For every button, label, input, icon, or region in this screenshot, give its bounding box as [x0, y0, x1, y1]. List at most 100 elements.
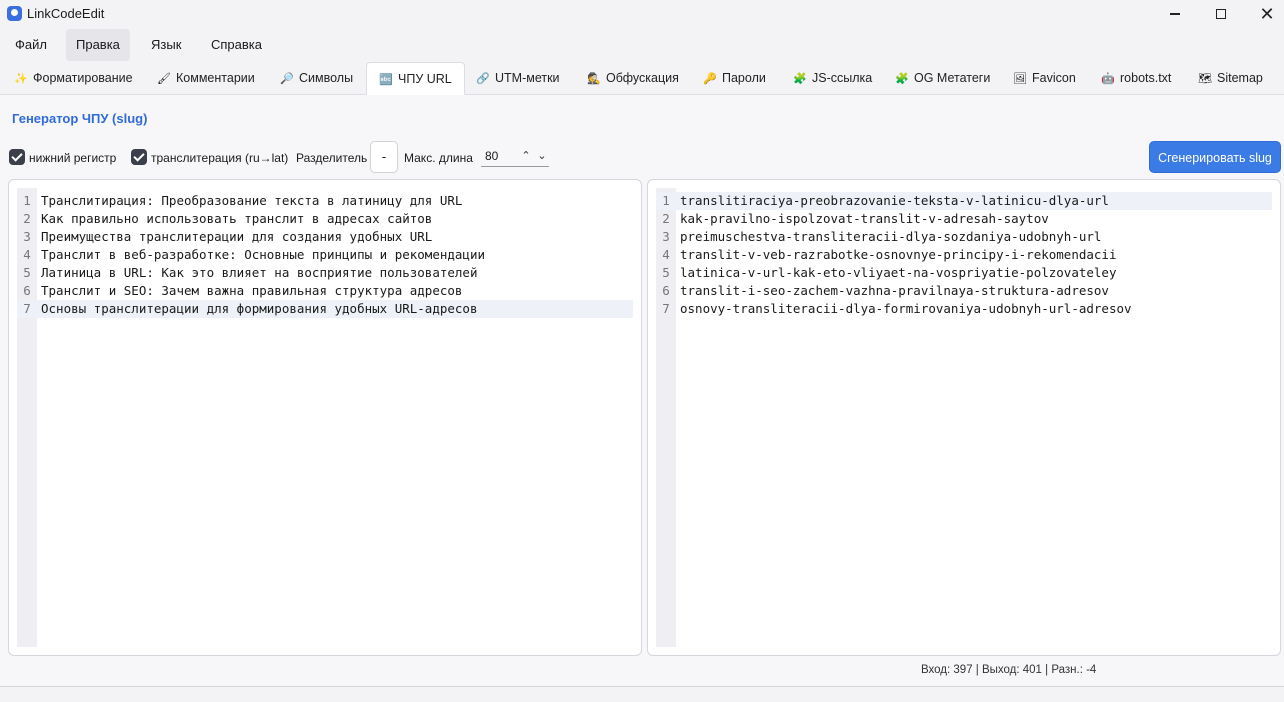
tab-label: Форматирование	[33, 71, 133, 85]
abc-icon: 🔤	[379, 74, 393, 86]
lowercase-checkbox[interactable]	[9, 149, 25, 165]
code-line: 4 translit-v-veb-razrabotke-osnovnye-prin…	[656, 246, 1272, 264]
image-icon: 🖼	[1013, 73, 1027, 85]
line-text: translit-i-seo-zachem-vazhna-pravilnaya-…	[680, 283, 1109, 298]
line-text: Как правильно использовать транслит в ад…	[41, 211, 433, 226]
sparkles-icon: ✨	[14, 73, 28, 85]
menu-language[interactable]: Язык	[141, 29, 191, 61]
line-number: 7	[23, 301, 31, 316]
status-bar-text: Вход: 397 | Выход: 401 | Разн.: -4	[921, 664, 1097, 676]
code-line: 2 kak-pravilno-ispolzovat-translit-v-adre…	[656, 210, 1272, 228]
robot-icon: 🤖	[1101, 73, 1115, 85]
tab-label: Комментарии	[176, 71, 255, 85]
line-number: 6	[662, 283, 670, 298]
max-length-label: Макс. длина	[404, 151, 473, 165]
code-line: 5 Латиница в URL: Как это влияет на воспр…	[17, 264, 633, 282]
line-text: Транслит и SEO: Зачем важна правильная с…	[41, 283, 463, 298]
maximize-button[interactable]	[1198, 0, 1244, 28]
line-text: Латиница в URL: Как это влияет на воспри…	[41, 265, 478, 280]
line-number: 3	[23, 229, 31, 244]
maximize-icon	[1216, 9, 1226, 19]
input-code-area[interactable]: 1 Транслитирация: Преобразование текста в…	[17, 192, 633, 318]
input-editor[interactable]: 1 Транслитирация: Преобразование текста в…	[8, 179, 642, 656]
line-text: translit-v-veb-razrabotke-osnovnye-princ…	[680, 247, 1117, 262]
line-text: Основы транслитерации для формирования у…	[41, 301, 478, 316]
tab-comments[interactable]: 🖌 Комментарии	[145, 62, 267, 95]
tab-label: JS-ссылка	[812, 71, 873, 85]
title-bar: LinkCodeEdit ✕	[0, 0, 1284, 28]
line-number: 5	[662, 265, 670, 280]
tab-obfuscation[interactable]: 🕵 Обфускация	[575, 62, 691, 95]
tab-bar: ✨ Форматирование 🖌 Комментарии 🔎 Символы 🔤 Ч…	[0, 62, 1284, 95]
tab-og-meta[interactable]: 🧩 OG Метатеги	[883, 62, 1002, 95]
line-number: 3	[662, 229, 670, 244]
tab-label: robots.txt	[1120, 71, 1172, 85]
line-text: kak-pravilno-ispolzovat-translit-v-adres…	[680, 211, 1049, 226]
link-icon: 🔗	[476, 73, 490, 85]
separator-input[interactable]: -	[370, 141, 398, 173]
tab-label: Favicon	[1032, 71, 1076, 85]
section-title: Генератор ЧПУ (slug)	[12, 111, 148, 126]
brush-icon: 🖌	[157, 73, 171, 85]
tab-utm[interactable]: 🔗 UTM-метки	[464, 62, 572, 95]
menu-edit[interactable]: Правка	[66, 29, 130, 61]
minimize-button[interactable]	[1152, 0, 1198, 28]
code-line: 5 latinica-v-url-kak-eto-vliyaet-na-vospr…	[656, 264, 1272, 282]
tab-slug-url[interactable]: 🔤 ЧПУ URL	[366, 62, 465, 95]
puzzle-icon: 🧩	[895, 73, 909, 85]
code-line-current: 1 translitiraciya-preobrazovanie-teksta-v…	[656, 192, 1272, 210]
magnifier-icon: 🔎	[280, 73, 294, 85]
line-number: 1	[23, 193, 31, 208]
tab-label: Пароли	[722, 71, 766, 85]
output-code-area[interactable]: 1 translitiraciya-preobrazovanie-teksta-v…	[656, 192, 1272, 318]
code-line: 6 Транслит и SEO: Зачем важна правильная …	[17, 282, 633, 300]
code-line-current: 7 Основы транслитерации для формирования …	[17, 300, 633, 318]
tab-passwords[interactable]: 🔑 Пароли	[691, 62, 778, 95]
line-number: 4	[23, 247, 31, 262]
code-line: 3 Преимущества транслитерации для создани…	[17, 228, 633, 246]
code-line: 6 translit-i-seo-zachem-vazhna-pravilnaya…	[656, 282, 1272, 300]
tab-robots[interactable]: 🤖 robots.txt	[1089, 62, 1183, 95]
code-line: 2 Как правильно использовать транслит в а…	[17, 210, 633, 228]
separator-label: Разделитель	[296, 151, 368, 165]
chevron-up-icon[interactable]: ⌃	[519, 147, 533, 165]
tab-label: OG Метатеги	[914, 71, 991, 85]
line-text: osnovy-transliteracii-dlya-formirovaniya…	[680, 301, 1132, 316]
tab-favicon[interactable]: 🖼 Favicon	[1001, 62, 1088, 95]
tab-formatting[interactable]: ✨ Форматирование	[2, 62, 145, 95]
tab-js-link[interactable]: 🧩 JS-ссылка	[781, 62, 884, 95]
close-icon: ✕	[1259, 3, 1275, 24]
line-text: Транслит в веб-разработке: Основные прин…	[41, 247, 486, 262]
detective-icon: 🕵	[587, 73, 601, 85]
tab-sitemap[interactable]: 🗺 Sitemap	[1186, 62, 1275, 95]
close-button[interactable]: ✕	[1244, 0, 1284, 28]
code-line: 7 osnovy-transliteracii-dlya-formirovaniy…	[656, 300, 1272, 318]
tab-symbols[interactable]: 🔎 Символы	[268, 62, 365, 95]
code-line: 4 Транслит в веб-разработке: Основные при…	[17, 246, 633, 264]
menu-file[interactable]: Файл	[5, 29, 57, 61]
line-text: translitiraciya-preobrazovanie-teksta-v-…	[680, 193, 1109, 208]
code-line: 3 preimuschestva-transliteracii-dlya-sozd…	[656, 228, 1272, 246]
line-text: Преимущества транслитерации для создания…	[41, 229, 433, 244]
line-text: preimuschestva-transliteracii-dlya-sozda…	[680, 229, 1102, 244]
output-editor[interactable]: 1 translitiraciya-preobrazovanie-teksta-v…	[647, 179, 1281, 656]
tab-label: Sitemap	[1217, 71, 1263, 85]
app-logo-icon	[7, 6, 22, 21]
max-length-value: 80	[485, 149, 499, 163]
translit-checkbox[interactable]	[131, 149, 147, 165]
window-title: LinkCodeEdit	[27, 6, 105, 21]
line-number: 6	[23, 283, 31, 298]
menu-help[interactable]: Справка	[201, 29, 272, 61]
options-bar: нижний регистр транслитерация (ru→lat) Р…	[9, 141, 1281, 173]
line-number: 4	[662, 247, 670, 262]
puzzle-icon: 🧩	[793, 73, 807, 85]
chevron-down-icon[interactable]: ⌄	[535, 147, 549, 165]
slug-generator-panel: Генератор ЧПУ (slug) нижний регистр тран…	[0, 95, 1284, 687]
tab-label: ЧПУ URL	[398, 72, 452, 86]
max-length-spinbox[interactable]: 80 ⌃ ⌄	[481, 147, 549, 167]
minimize-icon	[1170, 13, 1180, 15]
tab-label: Обфускация	[606, 71, 679, 85]
code-line: 1 Транслитирация: Преобразование текста в…	[17, 192, 633, 210]
generate-slug-button[interactable]: Сгенерировать slug	[1149, 141, 1281, 173]
line-number: 5	[23, 265, 31, 280]
